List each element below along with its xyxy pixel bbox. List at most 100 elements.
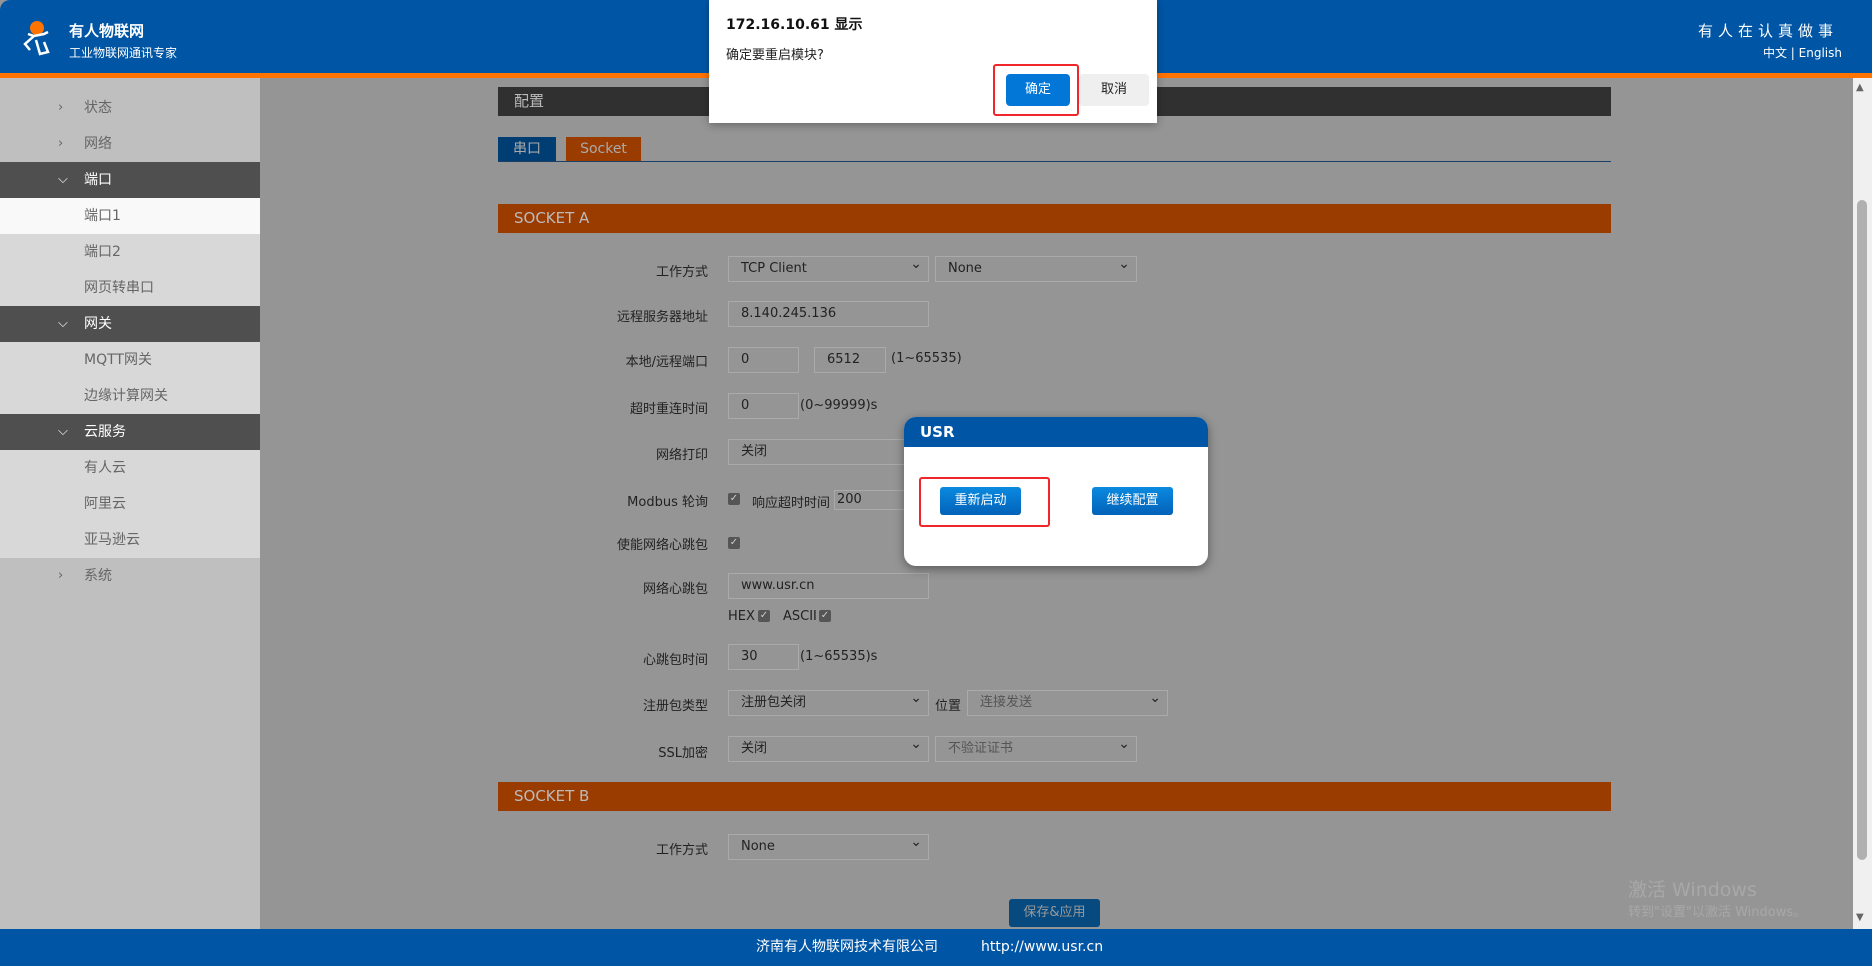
sidebar-item-label: 云服务 (84, 424, 126, 440)
alert-ok-button[interactable]: 确定 (1006, 74, 1070, 106)
remote-port-input[interactable]: 6512 (814, 347, 886, 373)
continue-config-button[interactable]: 继续配置 (1092, 487, 1173, 515)
position-select[interactable]: 连接发送 (967, 686, 1168, 716)
sidebar-item[interactable]: › 状态 (0, 90, 260, 126)
sidebar-item[interactable]: 端口1 (0, 198, 260, 234)
chevron-down-icon: ⌵ (58, 424, 68, 439)
sidebar-item-label: 状态 (84, 100, 112, 116)
tab-socket[interactable]: Socket (566, 137, 641, 162)
save-apply-button[interactable]: 保存&应用 (1009, 899, 1100, 927)
heartbeat-enable-checkbox[interactable]: ✓ (728, 537, 740, 549)
slogan: 有人在认真做事 (1697, 22, 1838, 40)
sidebar-item-label: 系统 (84, 568, 112, 584)
position-label: 位置 (935, 699, 962, 714)
server-address-input[interactable]: 8.140.245.136 (728, 301, 929, 327)
tab-serial[interactable]: 串口 (498, 137, 556, 162)
socket-b-header: SOCKET B (498, 782, 1611, 811)
ascii-label: ASCII (783, 609, 817, 624)
hex-checkbox[interactable]: ✓ (758, 610, 770, 622)
reconnect-input[interactable]: 0 (728, 393, 799, 419)
tab-underline (498, 161, 1611, 162)
brand-name: 有人物联网 (69, 22, 145, 40)
watermark-subtitle: 转到"设置"以激活 Windows。 (1628, 905, 1807, 920)
work-mode-select[interactable]: TCP Client (728, 252, 929, 282)
sidebar: › 状态 › 网络 ⌵ 端口端口1 端口2 网页转串口 ⌵ 网关 MQTT网关 边缘计算网关 ⌵ 云服务有… (0, 78, 260, 929)
sidebar-item[interactable]: › 网络 (0, 126, 260, 162)
usr-dialog-title: USR (904, 417, 1208, 447)
modbus-checkbox[interactable]: ✓ (728, 493, 740, 505)
browser-alert-dialog: 172.16.10.61 显示 确定要重启模块? 确定 取消 (709, 0, 1157, 123)
sidebar-item-label: 端口 (84, 172, 112, 188)
socket-a-header: SOCKET A (498, 204, 1611, 233)
sidebar-item-label: 有人云 (84, 460, 126, 476)
heartbeat-enable-label: 使能网络心跳包 (616, 538, 708, 553)
work-mode-label: 工作方式 (655, 265, 708, 280)
socket-b-work-mode-select[interactable]: None (728, 830, 929, 860)
heartbeat-input[interactable]: www.usr.cn (728, 573, 929, 599)
heartbeat-time-range: (1~65535)s (800, 649, 878, 664)
reg-label: 注册包类型 (642, 699, 708, 714)
sidebar-item-label: MQTT网关 (84, 352, 152, 368)
sidebar-item-label: 边缘计算网关 (84, 388, 168, 404)
sidebar-item[interactable]: 有人云 (0, 450, 260, 486)
sidebar-item[interactable]: 网页转串口 (0, 270, 260, 306)
restart-button[interactable]: 重新启动 (940, 487, 1021, 515)
footer-company: 济南有人物联网技术有限公司 (756, 939, 938, 955)
sidebar-item-label: 亚马逊云 (84, 532, 140, 548)
port-label: 本地/远程端口 (625, 355, 708, 370)
ssl-select[interactable]: 关闭 (728, 732, 929, 762)
chevron-down-icon: ⌵ (58, 316, 68, 331)
lang-en-link[interactable]: English (1799, 46, 1842, 60)
language-switcher: 中文 | English (1763, 44, 1842, 61)
brand-subtitle: 工业物联网通讯专家 (69, 46, 178, 60)
chevron-right-icon: › (58, 136, 64, 151)
ascii-checkbox[interactable]: ✓ (819, 610, 831, 622)
port-range: (1~65535) (891, 351, 962, 366)
sidebar-item-label: 网页转串口 (84, 280, 154, 296)
logo-icon (23, 21, 50, 56)
sidebar-item[interactable]: › 系统 (0, 558, 260, 594)
work-mode-sub-select[interactable]: None (935, 252, 1137, 282)
footer: 济南有人物联网技术有限公司 http://www.usr.cn (0, 929, 1872, 966)
chevron-right-icon: › (58, 568, 64, 583)
footer-url-link[interactable]: http://www.usr.cn (981, 929, 1103, 966)
modbus-label: Modbus 轮询 (627, 495, 708, 510)
usr-dialog: USR 重新启动 继续配置 (904, 417, 1208, 566)
sidebar-item[interactable]: 亚马逊云 (0, 522, 260, 558)
sidebar-item-label: 网络 (84, 136, 112, 152)
sidebar-item[interactable]: MQTT网关 (0, 342, 260, 378)
ssl-cert-select[interactable]: 不验证证书 (935, 732, 1137, 762)
sidebar-item-label: 网关 (84, 316, 112, 332)
scroll-up-icon[interactable]: ▲ (1856, 82, 1864, 93)
local-port-input[interactable]: 0 (728, 347, 799, 373)
socket-b-work-mode-label: 工作方式 (655, 843, 708, 858)
lang-zh-link[interactable]: 中文 (1763, 46, 1787, 60)
reg-type-select[interactable]: 注册包关闭 (728, 686, 929, 716)
sidebar-item-label: 端口2 (84, 244, 121, 260)
sidebar-item[interactable]: ⌵ 网关 (0, 306, 260, 342)
hex-label: HEX (728, 609, 755, 624)
heartbeat-label: 网络心跳包 (642, 582, 708, 597)
timeout-label: 响应超时时间 (752, 496, 831, 511)
scroll-down-icon[interactable]: ▼ (1856, 912, 1864, 923)
print-select[interactable]: 关闭 (728, 435, 929, 465)
chevron-right-icon: › (58, 100, 64, 115)
sidebar-item[interactable]: 端口2 (0, 234, 260, 270)
heartbeat-time-label: 心跳包时间 (642, 653, 708, 668)
sidebar-item[interactable]: 阿里云 (0, 486, 260, 522)
timeout-input[interactable]: 200 (834, 490, 914, 510)
alert-cancel-button[interactable]: 取消 (1079, 74, 1149, 106)
ssl-label: SSL加密 (658, 746, 708, 761)
sidebar-item[interactable]: ⌵ 端口 (0, 162, 260, 198)
watermark-title: 激活 Windows (1628, 879, 1757, 901)
heartbeat-time-input[interactable]: 30 (728, 644, 799, 670)
print-label: 网络打印 (655, 448, 708, 463)
alert-message: 确定要重启模块? (726, 48, 824, 63)
scrollbar-thumb[interactable] (1857, 200, 1867, 860)
sidebar-item[interactable]: 边缘计算网关 (0, 378, 260, 414)
sidebar-item[interactable]: ⌵ 云服务 (0, 414, 260, 450)
chevron-down-icon: ⌵ (58, 172, 68, 187)
lang-separator: | (1790, 46, 1795, 60)
server-label: 远程服务器地址 (616, 310, 708, 325)
alert-title: 172.16.10.61 显示 (726, 17, 863, 33)
